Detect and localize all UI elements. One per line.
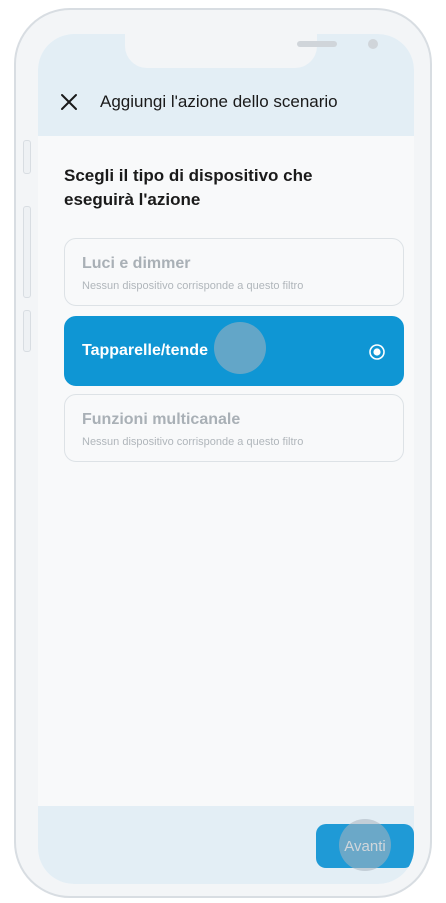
mute-switch: [23, 140, 31, 174]
side-button: [23, 310, 31, 352]
status-bar: [38, 34, 414, 70]
volume-buttons: [23, 206, 31, 298]
option-title: Funzioni multicanale: [82, 411, 241, 428]
option-title: Tapparelle/tende: [82, 342, 208, 359]
option-subtitle: Nessun dispositivo corrisponde a questo …: [82, 280, 304, 292]
camera-icon: [368, 39, 378, 49]
footer-bar: Avanti: [38, 806, 414, 884]
option-tapparelle-tende[interactable]: Tapparelle/tende: [64, 316, 404, 386]
option-luci-e-dimmer[interactable]: Luci e dimmer Nessun dispositivo corrisp…: [64, 238, 404, 306]
radio-selected-icon[interactable]: [369, 344, 385, 360]
page-title: Aggiungi l'azione dello scenario: [100, 92, 338, 111]
next-button[interactable]: Avanti: [316, 824, 414, 868]
app-screen: Aggiungi l'azione dello scenario Scegli …: [38, 34, 414, 884]
header-bar: Aggiungi l'azione dello scenario: [38, 70, 414, 136]
option-subtitle: Nessun dispositivo corrisponde a questo …: [82, 436, 304, 448]
notch: [125, 34, 378, 68]
speaker-icon: [297, 41, 337, 47]
main-content: Scegli il tipo di dispositivo che esegui…: [38, 136, 414, 806]
option-title: Luci e dimmer: [82, 255, 191, 272]
close-icon[interactable]: [60, 93, 78, 111]
question-heading: Scegli il tipo di dispositivo che esegui…: [64, 166, 313, 209]
option-funzioni-multicanale[interactable]: Funzioni multicanale Nessun dispositivo …: [64, 394, 404, 462]
